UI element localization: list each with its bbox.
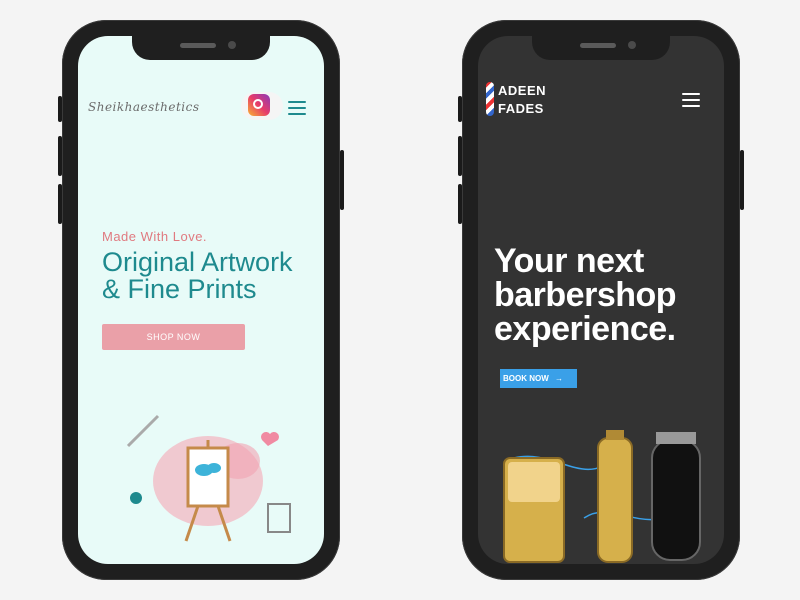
phone-side-button <box>58 136 62 176</box>
shop-now-button[interactable]: SHOP NOW <box>102 324 245 350</box>
paint-splat <box>130 492 142 504</box>
speaker-icon <box>580 43 616 48</box>
phone-side-button <box>340 150 344 210</box>
site-logo[interactable]: Sheikhaesthetics <box>88 100 200 114</box>
phone-mockup-right: ADEEN FADES Your next barbershop experie… <box>458 20 744 580</box>
arrow-right-icon: → <box>555 374 564 383</box>
hamburger-menu-icon[interactable] <box>682 93 700 107</box>
cloud-icon <box>207 463 221 473</box>
phone-side-button <box>740 150 744 210</box>
hero-headline-line: barbershop <box>494 276 677 314</box>
hero-headline-line: experience. <box>494 310 676 348</box>
clipper-blade <box>656 432 696 444</box>
brand-logo-line2[interactable]: FADES <box>498 101 544 116</box>
artwork-illustration <box>126 414 291 542</box>
instagram-icon[interactable] <box>248 94 270 116</box>
brand-logo-line1[interactable]: ADEEN <box>498 83 546 98</box>
hero-headline-line: Your next <box>494 242 644 280</box>
phone-side-button <box>458 136 462 176</box>
trimmer-head <box>606 430 624 440</box>
screen-right: ADEEN FADES Your next barbershop experie… <box>478 36 724 564</box>
heart-icon <box>261 432 279 446</box>
clipper-products-image <box>503 430 701 563</box>
headline-kicker: Made With Love. <box>102 229 208 244</box>
book-now-button[interactable]: BOOK NOW → <box>500 369 577 388</box>
phone-side-button <box>58 184 62 224</box>
phone-side-button <box>458 184 462 224</box>
shaver-foil <box>508 462 560 502</box>
trimmer-icon <box>597 437 633 563</box>
clipper-icon <box>651 439 701 561</box>
book-now-label: BOOK NOW <box>503 374 549 383</box>
phone-mockup-left: Sheikhaesthetics Made With Love. Origina… <box>58 20 344 580</box>
hamburger-menu-icon[interactable] <box>288 101 306 115</box>
camera-icon <box>228 41 236 49</box>
speaker-icon <box>180 43 216 48</box>
hero-headline-line: Original Artwork <box>102 247 293 277</box>
paint-can-icon <box>267 503 291 533</box>
hero-headline: Your next barbershop experience. <box>494 242 677 348</box>
notch <box>132 36 270 60</box>
barber-pole-icon <box>486 82 494 116</box>
screen-left: Sheikhaesthetics Made With Love. Origina… <box>78 36 324 564</box>
hero-headline: Original Artwork & Fine Prints <box>102 249 293 303</box>
notch <box>532 36 670 60</box>
canvas-icon <box>186 446 230 508</box>
camera-icon <box>628 41 636 49</box>
hero-headline-line: & Fine Prints <box>102 274 257 304</box>
phone-side-button <box>58 96 62 122</box>
phone-side-button <box>458 96 462 122</box>
paintbrush-icon <box>126 414 160 448</box>
